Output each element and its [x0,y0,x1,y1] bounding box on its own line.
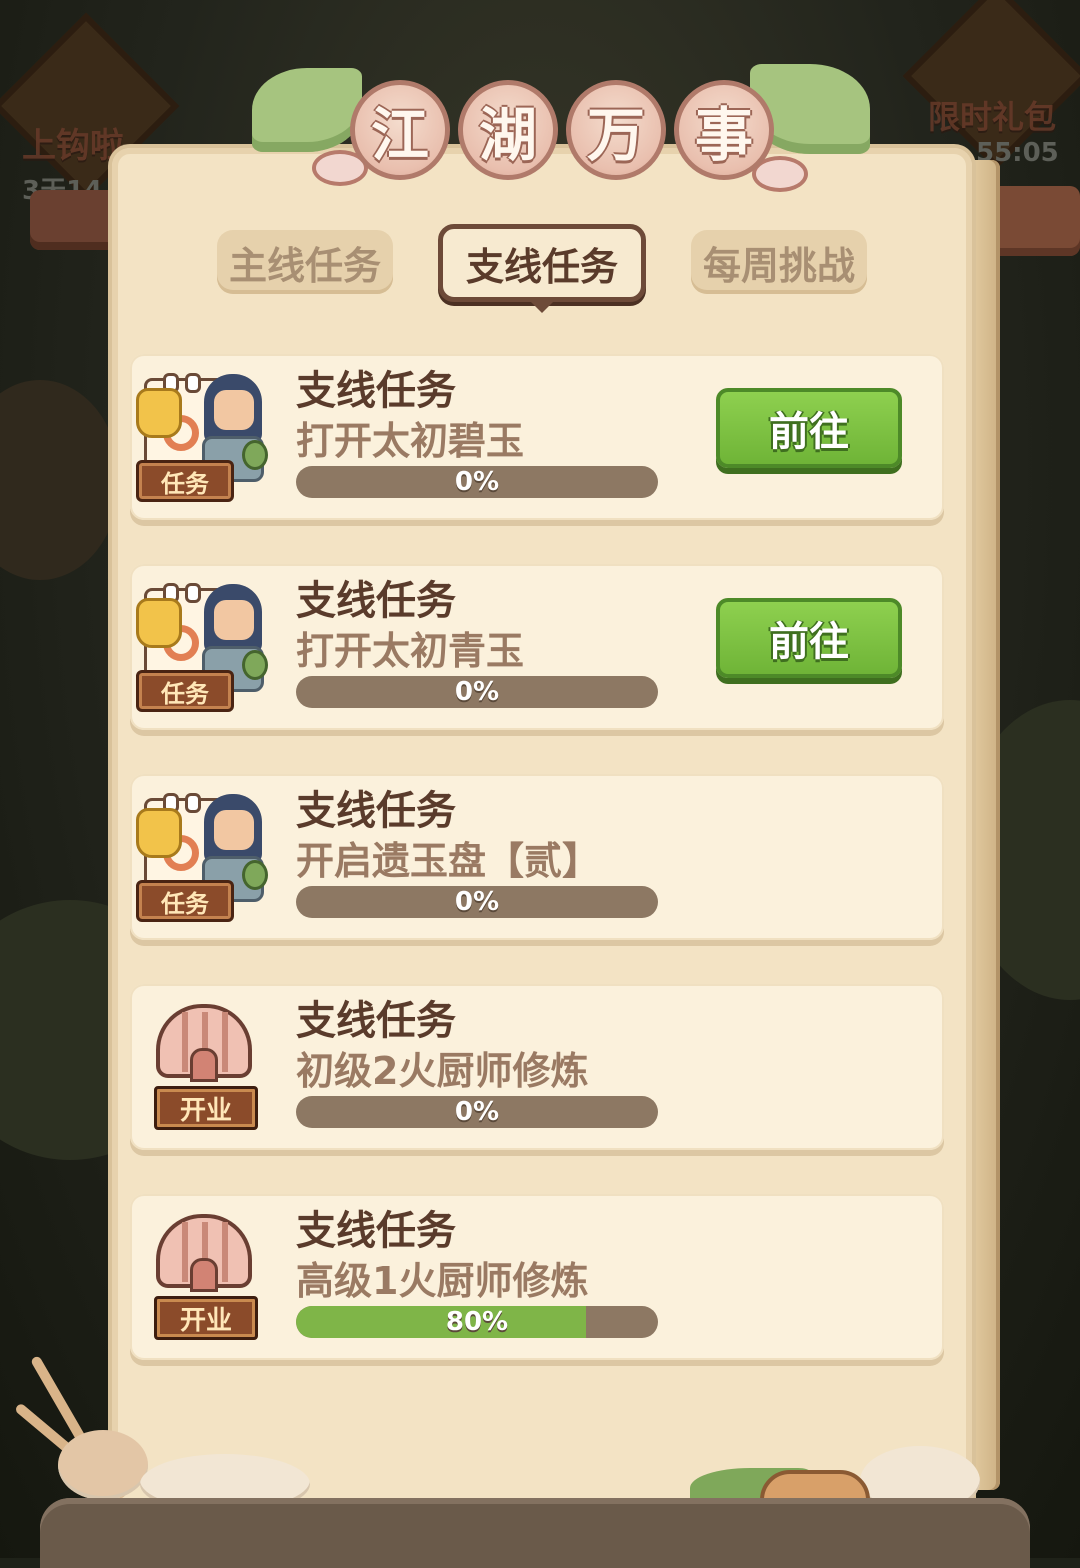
tab-main-quests[interactable]: 主线任务 [217,230,393,294]
task-description: 高级1火厨师修炼 [296,1259,589,1303]
go-button[interactable]: 前往 [716,598,902,678]
task-title: 支线任务 [296,998,456,1044]
task-description: 开启遗玉盘【贰】 [296,839,601,883]
task-tag: 任务 [136,460,234,502]
task-description: 打开太初碧玉 [296,419,525,463]
quest-scroll-icon: 任务 [136,368,272,504]
shop-open-sign: 开业 [154,1296,258,1340]
task-tag: 任务 [136,670,234,712]
task-card: 任务 支线任务 打开太初青玉 0% 前往 [130,564,944,730]
quest-scroll-icon: 任务 [136,788,272,924]
task-progress-bar: 0% [296,886,658,918]
right-gift-badge[interactable]: 限时礼包 [928,92,1056,138]
dumpling-icon [58,1430,148,1500]
task-card: 任务 支线任务 打开太初碧玉 0% 前往 [130,354,944,520]
progress-label: 80% [445,1307,509,1337]
progress-label: 0% [454,1097,500,1127]
left-event-badge[interactable]: 上钩啦 [22,118,124,167]
task-description: 初级2火厨师修炼 [296,1049,589,1093]
task-progress-bar: 0% [296,1096,658,1128]
title-char: 事 [674,80,774,180]
title-char: 湖 [458,80,558,180]
quest-scroll-icon: 任务 [136,578,272,714]
task-title: 支线任务 [296,1208,456,1254]
tab-weekly-challenge[interactable]: 每周挑战 [691,230,867,294]
progress-label: 0% [454,677,500,707]
task-card: 开业 支线任务 初级2火厨师修炼 0% [130,984,944,1150]
task-progress-bar: 0% [296,466,658,498]
shop-open-sign: 开业 [154,1086,258,1130]
task-description: 打开太初青玉 [296,629,525,673]
go-button[interactable]: 前往 [716,388,902,468]
panel-title: 江 湖 万 事 [350,80,774,180]
cabbage-leaf-icon [252,68,362,152]
task-card: 任务 支线任务 开启遗玉盘【贰】 0% [130,774,944,940]
tab-side-quests[interactable]: 支线任务 [438,224,646,313]
progress-label: 0% [454,467,500,497]
title-char: 万 [566,80,666,180]
task-progress-bar: 0% [296,676,658,708]
task-title: 支线任务 [296,578,456,624]
task-title: 支线任务 [296,368,456,414]
task-tag: 任务 [136,880,234,922]
task-title: 支线任务 [296,788,456,834]
task-progress-bar: 80% [296,1306,658,1338]
shop-tent-icon: 开业 [136,998,272,1134]
shop-tent-icon: 开业 [136,1208,272,1344]
title-char: 江 [350,80,450,180]
progress-label: 0% [454,887,500,917]
task-card: 开业 支线任务 高级1火厨师修炼 80% [130,1194,944,1360]
